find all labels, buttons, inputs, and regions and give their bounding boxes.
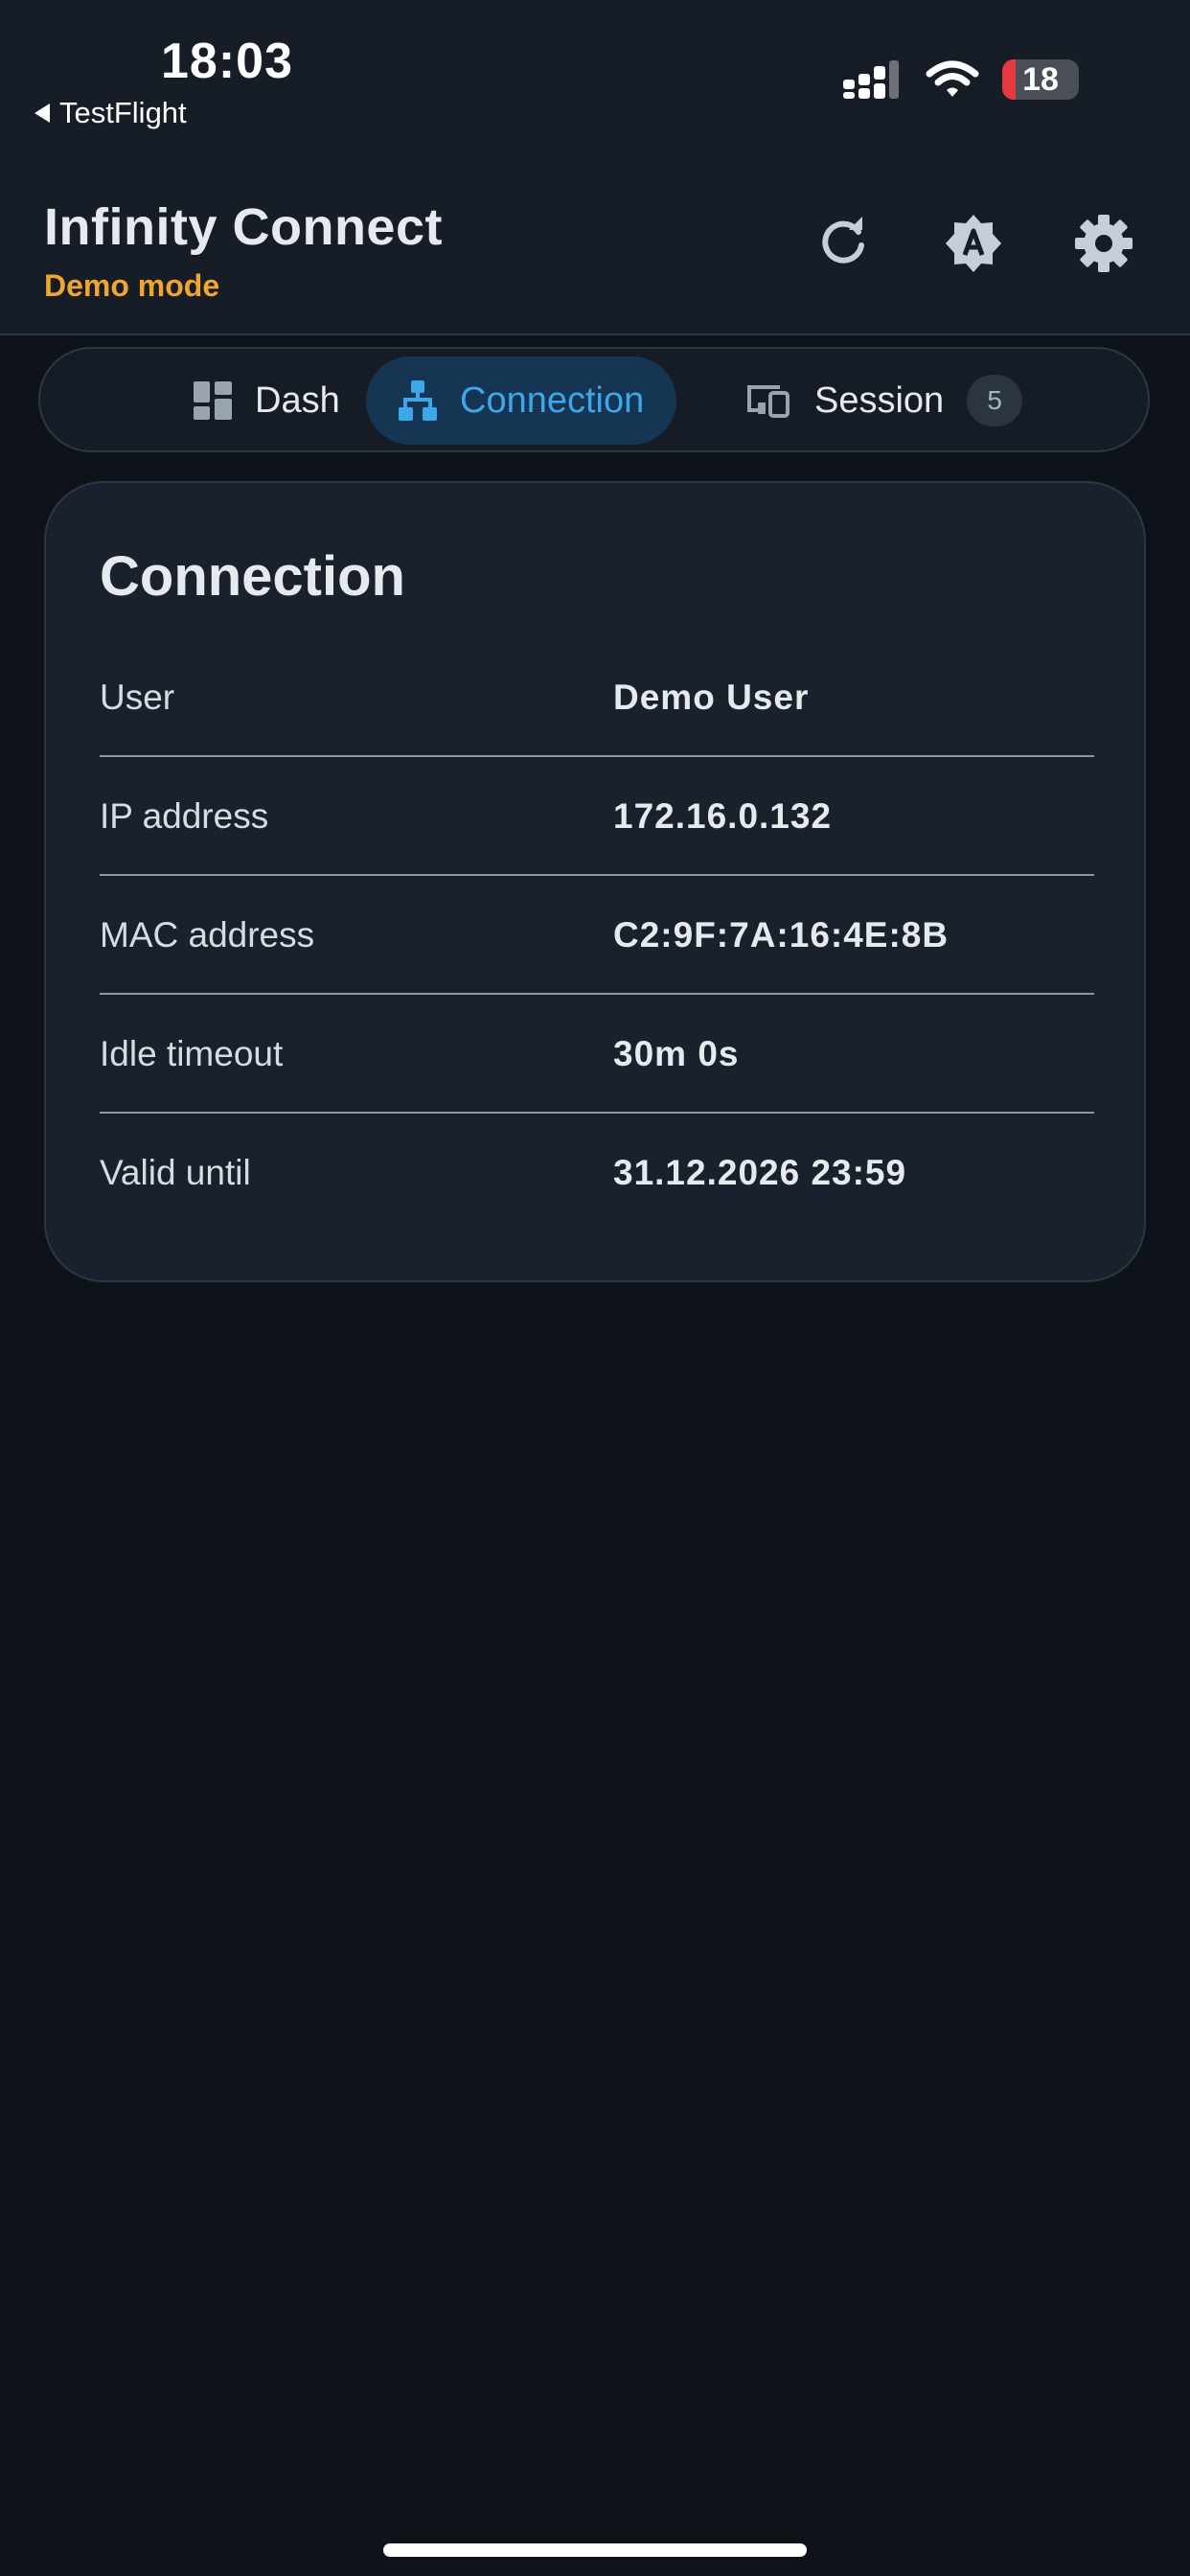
row-label: IP address	[100, 796, 269, 836]
tab-dash-label: Dash	[255, 380, 340, 421]
status-icons: 18	[843, 59, 1079, 100]
tab-connection[interactable]: Connection	[366, 356, 677, 445]
dashboard-icon	[194, 381, 232, 420]
row-value: 31.12.2026 23:59	[613, 1153, 907, 1192]
brightness-auto-icon	[946, 215, 1001, 272]
auto-theme-button[interactable]	[943, 213, 1004, 274]
battery-level: 18	[1022, 61, 1059, 98]
tab-bar: Dash Connection Session 5	[38, 347, 1150, 452]
row-label: Valid until	[100, 1153, 251, 1192]
app-title: Infinity Connect	[44, 198, 443, 256]
app-header: 18:03 TestFlight 18 Infinity Connect Dem…	[0, 0, 1190, 335]
info-row-ip-address: IP address 172.16.0.132	[100, 757, 1094, 876]
row-label: Idle timeout	[100, 1034, 284, 1073]
settings-button[interactable]	[1073, 213, 1134, 274]
battery-indicator: 18	[1002, 59, 1079, 100]
card-title: Connection	[100, 545, 405, 608]
tab-connection-label: Connection	[460, 380, 645, 421]
info-row-user: User Demo User	[100, 638, 1094, 757]
row-label: User	[100, 678, 175, 717]
demo-mode-label: Demo mode	[44, 268, 220, 303]
info-row-valid-until: Valid until 31.12.2026 23:59	[100, 1114, 1094, 1232]
devices-icon	[747, 385, 790, 418]
gear-icon	[1075, 215, 1133, 272]
refresh-button[interactable]	[812, 213, 874, 274]
back-to-testflight-link[interactable]: TestFlight	[34, 96, 187, 130]
row-value: Demo User	[613, 678, 810, 717]
home-indicator[interactable]	[383, 2543, 807, 2557]
status-time: 18:03	[161, 34, 293, 89]
tab-session-label: Session	[814, 380, 945, 421]
tab-session[interactable]: Session 5	[713, 356, 1055, 445]
connection-card: Connection User Demo User IP address 172…	[44, 481, 1146, 1282]
info-row-mac-address: MAC address C2:9F:7A:16:4E:8B	[100, 876, 1094, 995]
row-value: 172.16.0.132	[613, 796, 833, 836]
network-icon	[399, 380, 437, 421]
back-app-label: TestFlight	[59, 96, 187, 129]
back-arrow-icon	[34, 104, 50, 123]
row-value: C2:9F:7A:16:4E:8B	[613, 915, 950, 954]
tab-dash[interactable]: Dash	[161, 356, 373, 445]
refresh-icon	[822, 217, 864, 264]
cellular-signal-icon	[843, 60, 899, 99]
info-row-idle-timeout: Idle timeout 30m 0s	[100, 995, 1094, 1114]
wifi-icon	[926, 60, 979, 97]
session-count-badge: 5	[967, 375, 1023, 426]
row-value: 30m 0s	[613, 1034, 740, 1073]
row-label: MAC address	[100, 915, 315, 954]
